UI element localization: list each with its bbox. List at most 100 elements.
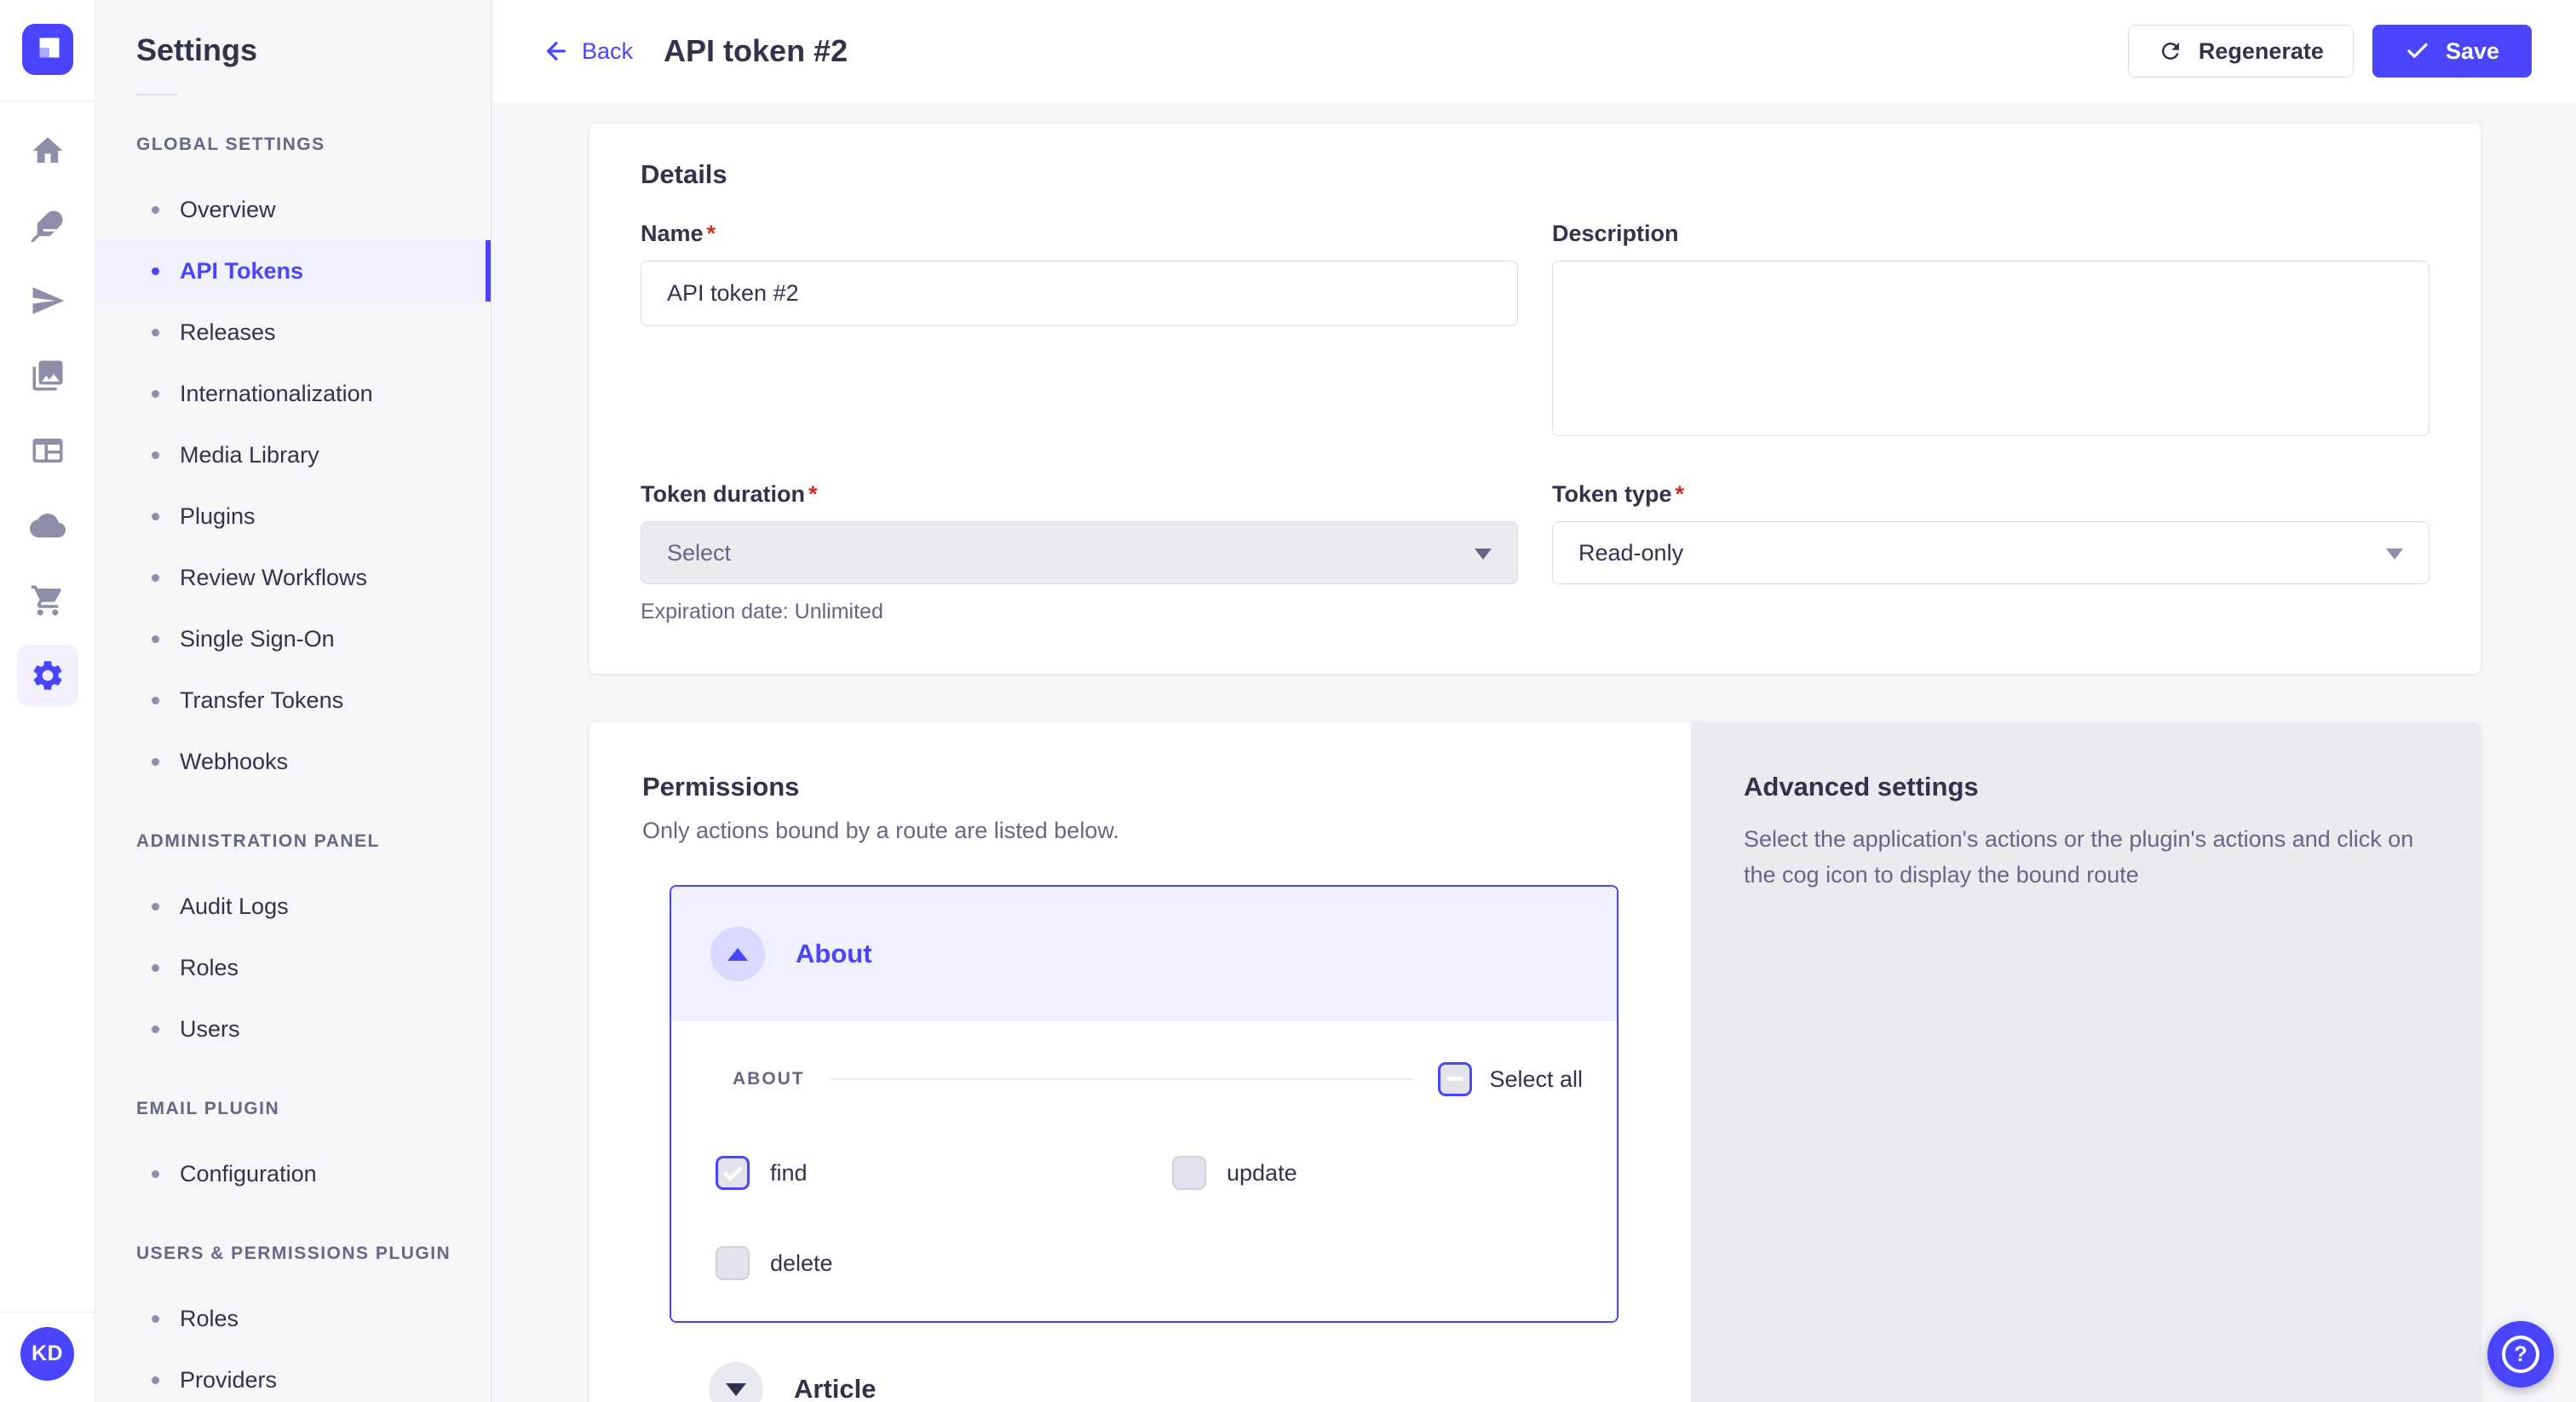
name-label: Name* xyxy=(641,221,1518,247)
accordion-about-header[interactable]: About xyxy=(671,887,1617,1021)
description-textarea[interactable] xyxy=(1552,261,2429,436)
delete-label: delete xyxy=(770,1250,833,1277)
select-all-checkbox[interactable] xyxy=(1438,1062,1472,1096)
sidebar-item-media-library[interactable]: Media Library xyxy=(95,424,491,486)
cloud-icon[interactable] xyxy=(17,495,78,556)
icon-rail: KD xyxy=(0,0,95,1402)
page-content: Details Name* Description Token duration… xyxy=(492,102,2576,1402)
sidebar-item-internationalization[interactable]: Internationalization xyxy=(95,363,491,424)
section-users-permissions-plugin: USERS & PERMISSIONS PLUGIN xyxy=(95,1244,491,1264)
permissions-heading: Permissions xyxy=(642,772,1619,802)
advanced-settings-body: Select the application's actions or the … xyxy=(1744,821,2421,893)
permission-action-find: find xyxy=(716,1156,1172,1190)
bullet-icon xyxy=(152,390,159,398)
description-label: Description xyxy=(1552,221,2429,247)
rail-bottom-divider xyxy=(0,1312,95,1313)
token-duration-field-group: Token duration* Select Expiration date: … xyxy=(641,481,1518,624)
media-pictures-icon[interactable] xyxy=(17,345,78,406)
caret-up-icon xyxy=(727,948,748,961)
select-all-group: Select all xyxy=(1438,1062,1583,1096)
permissions-pane: Permissions Only actions bound by a rout… xyxy=(589,722,1691,1402)
section-divider-line xyxy=(831,1078,1413,1080)
update-label: update xyxy=(1227,1160,1297,1187)
page-title: API token #2 xyxy=(664,33,848,69)
advanced-settings-heading: Advanced settings xyxy=(1744,772,2421,802)
user-avatar[interactable]: KD xyxy=(20,1327,74,1381)
details-heading: Details xyxy=(641,159,2429,190)
expiration-helper-text: Expiration date: Unlimited xyxy=(641,600,1518,624)
sidebar-item-review-workflows[interactable]: Review Workflows xyxy=(95,547,491,608)
save-button[interactable]: Save xyxy=(2372,25,2532,78)
sidebar-item-up-roles[interactable]: Roles xyxy=(95,1288,491,1349)
accordion-about-body: ABOUT Select all find xyxy=(671,1021,1617,1321)
token-type-field-group: Token type* Read-only xyxy=(1552,481,2429,624)
sidebar-item-api-tokens[interactable]: API Tokens xyxy=(95,240,491,302)
collapse-toggle-button[interactable] xyxy=(710,927,765,981)
main-area: Back API token #2 Regenerate Save Detail… xyxy=(492,0,2576,1402)
advanced-settings-pane: Advanced settings Select the application… xyxy=(1691,722,2481,1402)
sidebar-item-email-configuration[interactable]: Configuration xyxy=(95,1143,491,1204)
accordion-about-title: About xyxy=(796,939,872,969)
sidebar-item-admin-roles[interactable]: Roles xyxy=(95,937,491,998)
bullet-icon xyxy=(152,513,159,520)
description-field-group: Description xyxy=(1552,221,2429,440)
settings-sidebar: Settings GLOBAL SETTINGS Overview API To… xyxy=(95,0,492,1402)
help-button[interactable]: ? xyxy=(2487,1321,2554,1388)
bullet-icon xyxy=(152,758,159,766)
sidebar-item-overview[interactable]: Overview xyxy=(95,179,491,240)
required-marker: * xyxy=(808,481,818,507)
send-plane-icon[interactable] xyxy=(17,270,78,331)
layout-icon[interactable] xyxy=(17,420,78,481)
permissions-card: Permissions Only actions bound by a rout… xyxy=(589,722,2481,1402)
bullet-icon xyxy=(152,635,159,643)
sidebar-item-up-providers[interactable]: Providers xyxy=(95,1349,491,1402)
bullet-icon xyxy=(152,329,159,336)
strapi-logo-icon[interactable] xyxy=(22,24,73,75)
token-duration-select[interactable]: Select xyxy=(641,521,1518,584)
token-type-select[interactable]: Read-only xyxy=(1552,521,2429,584)
bullet-icon xyxy=(152,1376,159,1384)
update-checkbox[interactable] xyxy=(1172,1156,1206,1190)
permission-action-update: update xyxy=(1172,1156,1583,1190)
home-icon[interactable] xyxy=(17,120,78,181)
regenerate-button[interactable]: Regenerate xyxy=(2128,25,2354,78)
sidebar-item-admin-users[interactable]: Users xyxy=(95,998,491,1060)
sidebar-item-releases[interactable]: Releases xyxy=(95,302,491,363)
section-global-settings: GLOBAL SETTINGS xyxy=(95,135,491,155)
caret-down-icon xyxy=(726,1383,746,1396)
sidebar-item-plugins[interactable]: Plugins xyxy=(95,486,491,547)
accordion-article-title: Article xyxy=(794,1374,876,1402)
settings-gear-icon[interactable] xyxy=(17,645,78,706)
accordion-article-header[interactable]: Article xyxy=(670,1323,1619,1402)
bullet-icon xyxy=(152,206,159,214)
check-icon xyxy=(2405,38,2430,64)
sidebar-item-transfer-tokens[interactable]: Transfer Tokens xyxy=(95,669,491,731)
expand-toggle-button[interactable] xyxy=(709,1362,763,1402)
bullet-icon xyxy=(152,451,159,459)
bullet-icon xyxy=(152,1315,159,1323)
delete-checkbox[interactable] xyxy=(716,1246,750,1280)
content-feather-icon[interactable] xyxy=(17,195,78,256)
token-duration-label: Token duration* xyxy=(641,481,1518,508)
sidebar-item-single-sign-on[interactable]: Single Sign-On xyxy=(95,608,491,669)
back-link[interactable]: Back xyxy=(543,37,633,65)
find-checkbox[interactable] xyxy=(716,1156,750,1190)
bullet-icon xyxy=(152,697,159,704)
bullet-icon xyxy=(152,574,159,582)
find-label: find xyxy=(770,1160,808,1187)
question-mark-icon: ? xyxy=(2502,1336,2539,1373)
section-administration-panel: ADMINISTRATION PANEL xyxy=(95,831,491,852)
sidebar-item-webhooks[interactable]: Webhooks xyxy=(95,731,491,792)
bullet-icon xyxy=(152,1026,159,1033)
permission-action-delete: delete xyxy=(716,1246,1172,1280)
required-marker: * xyxy=(707,221,716,246)
name-input[interactable] xyxy=(641,261,1518,326)
token-type-label: Token type* xyxy=(1552,481,2429,508)
section-email-plugin: EMAIL PLUGIN xyxy=(95,1099,491,1119)
marketplace-cart-icon[interactable] xyxy=(17,570,78,631)
permissions-subtitle: Only actions bound by a route are listed… xyxy=(642,818,1619,844)
sidebar-item-audit-logs[interactable]: Audit Logs xyxy=(95,876,491,937)
sidebar-title: Settings xyxy=(95,32,491,68)
arrow-left-icon xyxy=(543,37,570,65)
bullet-icon xyxy=(152,267,159,275)
